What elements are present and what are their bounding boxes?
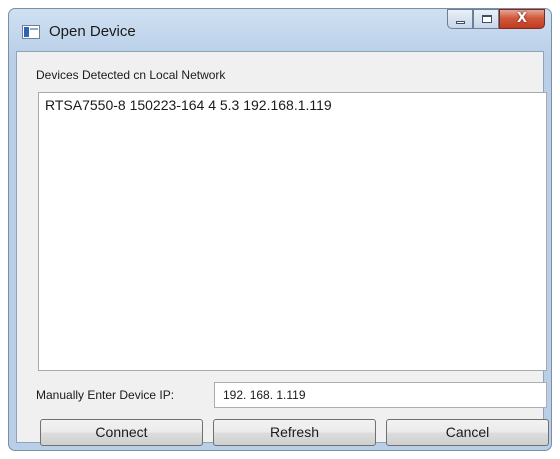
close-button[interactable]: X bbox=[499, 9, 545, 29]
minimize-icon bbox=[456, 21, 465, 24]
connect-button[interactable]: Connect bbox=[40, 419, 203, 446]
caption-buttons: X bbox=[447, 9, 545, 31]
window-title: Open Device bbox=[49, 23, 136, 40]
maximize-button[interactable] bbox=[473, 9, 499, 29]
minimize-button[interactable] bbox=[447, 9, 473, 29]
device-ip-input[interactable] bbox=[214, 382, 547, 408]
cancel-button[interactable]: Cancel bbox=[386, 419, 549, 446]
device-list[interactable]: RTSA7550-8 150223-164 4 5.3 192.168.1.11… bbox=[38, 92, 547, 371]
list-item[interactable]: RTSA7550-8 150223-164 4 5.3 192.168.1.11… bbox=[45, 97, 332, 113]
manual-ip-label: Manually Enter Device IP: bbox=[36, 388, 175, 402]
maximize-icon bbox=[482, 15, 492, 23]
app-window-icon bbox=[22, 25, 40, 39]
title-bar[interactable]: Open Device X bbox=[9, 9, 551, 51]
dialog-client-area: Devices Detected cn Local Network RTSA75… bbox=[16, 51, 549, 446]
close-icon: X bbox=[516, 11, 528, 26]
devices-detected-label: Devices Detected cn Local Network bbox=[36, 68, 226, 82]
open-device-window: Open Device X Devices Detected cn Local … bbox=[8, 8, 552, 451]
refresh-button[interactable]: Refresh bbox=[213, 419, 376, 446]
